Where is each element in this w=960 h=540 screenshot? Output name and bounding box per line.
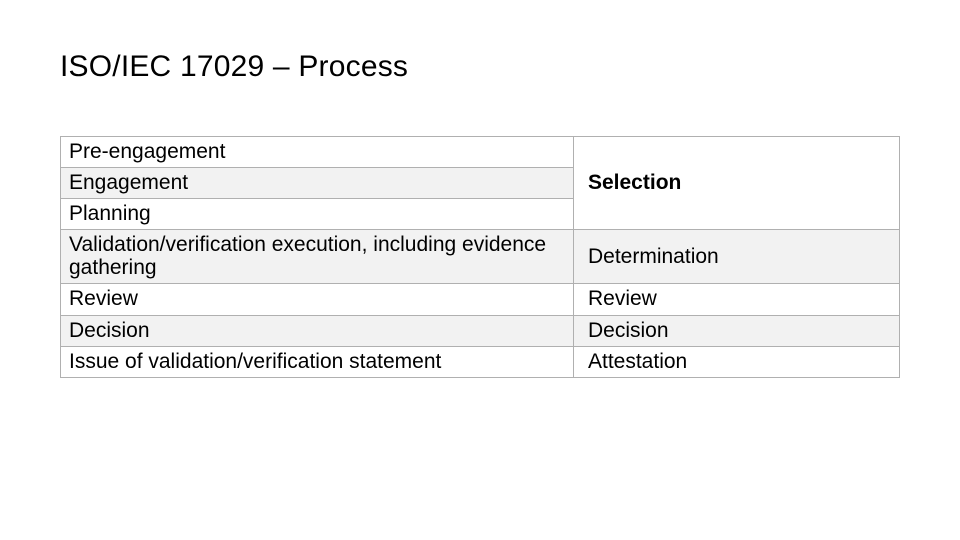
cell-left: Validation/verification execution, inclu… <box>61 230 574 284</box>
table-row: Review Review <box>61 284 900 315</box>
cell-right-determination: Determination <box>573 230 899 284</box>
slide: ISO/IEC 17029 – Process Pre-engagement S… <box>0 0 960 540</box>
process-table: Pre-engagement Selection Engagement Plan… <box>60 136 900 378</box>
table-row: Validation/verification execution, inclu… <box>61 230 900 284</box>
table-row: Decision Decision <box>61 315 900 346</box>
cell-right-selection: Selection <box>573 137 899 230</box>
cell-left: Issue of validation/verification stateme… <box>61 346 574 377</box>
table-row: Issue of validation/verification stateme… <box>61 346 900 377</box>
cell-left: Review <box>61 284 574 315</box>
cell-right-decision: Decision <box>573 315 899 346</box>
cell-right-attestation: Attestation <box>573 346 899 377</box>
cell-right-review: Review <box>573 284 899 315</box>
table-row: Pre-engagement Selection <box>61 137 900 168</box>
cell-left: Engagement <box>61 168 574 199</box>
cell-left: Planning <box>61 199 574 230</box>
cell-left: Decision <box>61 315 574 346</box>
cell-left: Pre-engagement <box>61 137 574 168</box>
slide-title: ISO/IEC 17029 – Process <box>60 50 900 84</box>
